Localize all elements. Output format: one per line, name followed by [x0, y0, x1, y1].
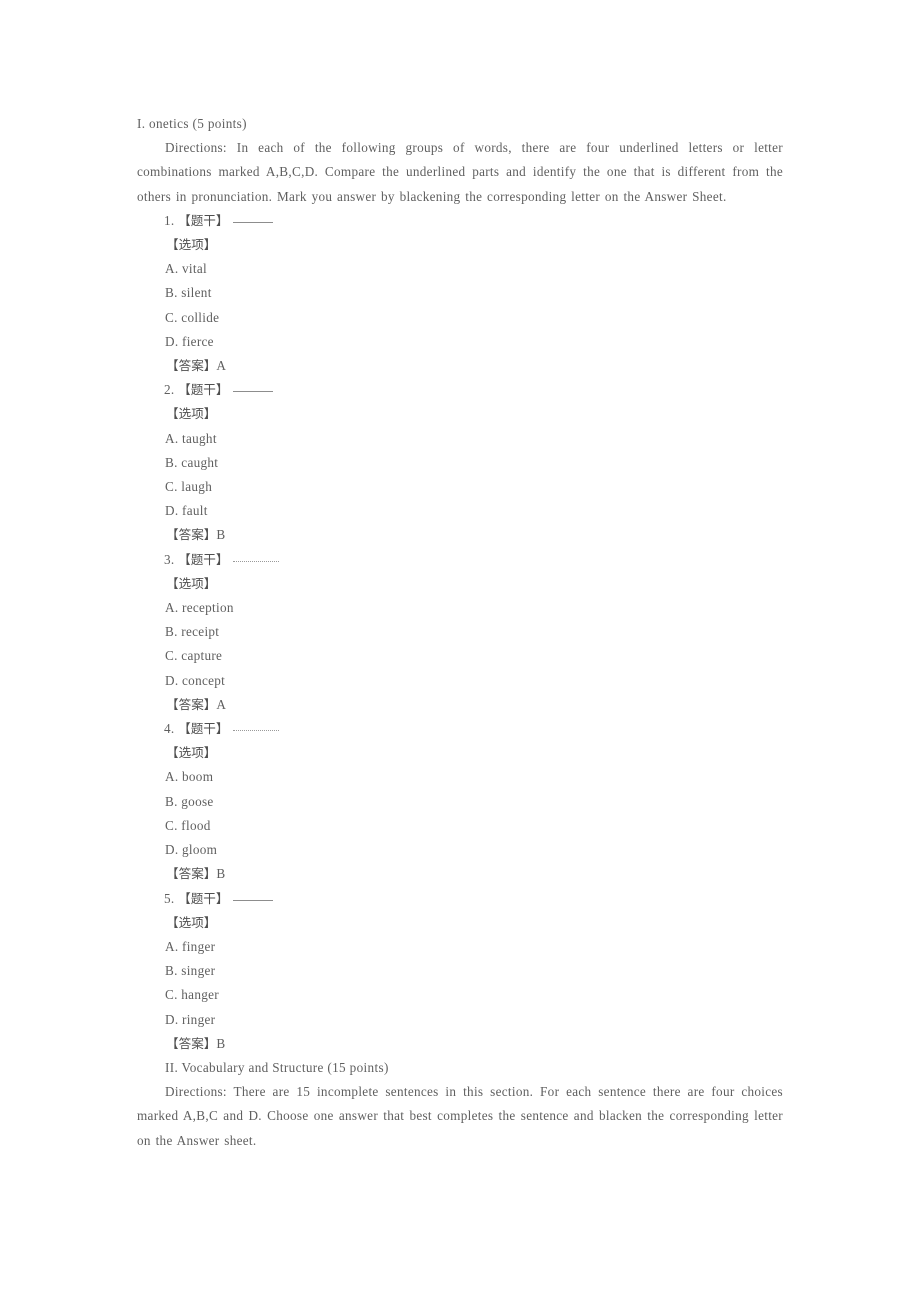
options-label-line: 【选项】	[137, 572, 785, 596]
choice-b[interactable]: B. goose	[137, 790, 785, 814]
question-number: 2.	[164, 382, 175, 398]
choice-c[interactable]: C. capture	[137, 644, 785, 668]
question-number: 1.	[164, 212, 175, 228]
options-label-line: 【选项】	[137, 233, 785, 257]
question-number: 5.	[164, 890, 175, 906]
stem-blank	[233, 221, 274, 223]
choice-b[interactable]: B. silent	[137, 281, 785, 305]
question-item: 2. 【题干】 【选项】 A. taught B. caught C. laug…	[137, 378, 785, 547]
answer-label: 【答案】	[166, 866, 217, 882]
answer-value: B	[216, 1035, 226, 1051]
choice-d[interactable]: D. ringer	[137, 1008, 785, 1032]
stem-blank	[233, 391, 274, 393]
question-item: 3. 【题干】 【选项】 A. reception B. receipt C. …	[137, 548, 785, 717]
options-label: 【选项】	[166, 745, 217, 761]
question-stem-line: 3. 【题干】	[137, 548, 785, 572]
choice-a[interactable]: A. vital	[137, 257, 785, 281]
choice-d[interactable]: D. fault	[137, 499, 785, 523]
choice-b[interactable]: B. receipt	[137, 620, 785, 644]
answer-line: 【答案】B	[137, 523, 785, 547]
answer-value: B	[216, 527, 226, 543]
choice-c[interactable]: C. laugh	[137, 475, 785, 499]
document-content: I. onetics (5 points) Directions: In eac…	[137, 112, 785, 1153]
stem-blank	[233, 730, 280, 732]
section-directions-1: Directions: In each of the following gro…	[137, 140, 783, 204]
stem-label: 【题干】	[178, 721, 229, 737]
question-number: 3.	[164, 551, 175, 567]
question-number: 4.	[164, 721, 175, 737]
choice-a[interactable]: A. taught	[137, 427, 785, 451]
question-item: 4. 【题干】 【选项】 A. boom B. goose C. flood D…	[137, 717, 785, 886]
question-item: 5. 【题干】 【选项】 A. finger B. singer C. hang…	[137, 887, 785, 1056]
section-heading-1: I. onetics (5 points)	[137, 116, 247, 131]
options-label-line: 【选项】	[137, 741, 785, 765]
section-heading-2: II. Vocabulary and Structure (15 points)	[165, 1059, 389, 1075]
section-directions-2: Directions: There are 15 incomplete sent…	[137, 1084, 783, 1148]
question-stem-line: 1. 【题干】	[137, 209, 785, 233]
stem-label: 【题干】	[178, 212, 229, 228]
choice-a[interactable]: A. reception	[137, 596, 785, 620]
answer-label: 【答案】	[166, 1035, 217, 1051]
answer-line: 【答案】A	[137, 354, 785, 378]
choice-c[interactable]: C. collide	[137, 306, 785, 330]
options-label-line: 【选项】	[137, 402, 785, 426]
question-stem-line: 4. 【题干】	[137, 717, 785, 741]
choice-a[interactable]: A. boom	[137, 765, 785, 789]
question-stem-line: 5. 【题干】	[137, 887, 785, 911]
answer-line: 【答案】B	[137, 1032, 785, 1056]
stem-blank	[233, 560, 280, 562]
choice-a[interactable]: A. finger	[137, 935, 785, 959]
choice-d[interactable]: D. gloom	[137, 838, 785, 862]
stem-label: 【题干】	[178, 382, 229, 398]
question-item: 1. 【题干】 【选项】 A. vital B. silent C. colli…	[137, 209, 785, 378]
answer-value: A	[216, 696, 226, 712]
choice-d[interactable]: D. concept	[137, 669, 785, 693]
document-page: I. onetics (5 points) Directions: In eac…	[0, 0, 920, 1302]
choice-d[interactable]: D. fierce	[137, 330, 785, 354]
choice-b[interactable]: B. caught	[137, 451, 785, 475]
answer-value: A	[216, 358, 226, 374]
answer-label: 【答案】	[166, 696, 217, 712]
stem-label: 【题干】	[178, 890, 229, 906]
answer-label: 【答案】	[166, 527, 217, 543]
stem-label: 【题干】	[178, 551, 229, 567]
stem-blank	[233, 899, 274, 901]
answer-line: 【答案】A	[137, 693, 785, 717]
choice-c[interactable]: C. hanger	[137, 983, 785, 1007]
answer-label: 【答案】	[166, 358, 217, 374]
answer-value: B	[216, 866, 226, 882]
options-label: 【选项】	[166, 237, 217, 253]
options-label-line: 【选项】	[137, 911, 785, 935]
options-label: 【选项】	[166, 914, 217, 930]
choice-b[interactable]: B. singer	[137, 959, 785, 983]
options-label: 【选项】	[166, 406, 217, 422]
choice-c[interactable]: C. flood	[137, 814, 785, 838]
question-stem-line: 2. 【题干】	[137, 378, 785, 402]
options-label: 【选项】	[166, 575, 217, 591]
answer-line: 【答案】B	[137, 862, 785, 886]
question-list: 1. 【题干】 【选项】 A. vital B. silent C. colli…	[137, 209, 785, 1056]
